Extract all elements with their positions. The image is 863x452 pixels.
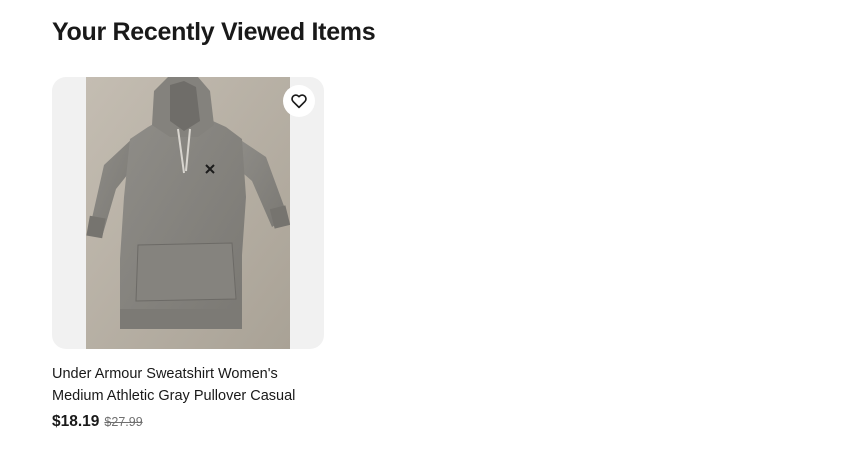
- item-photo[interactable]: [86, 77, 290, 349]
- section-title: Your Recently Viewed Items: [52, 18, 376, 46]
- heart-icon: [291, 94, 307, 109]
- item-price: $18.19: [52, 413, 100, 430]
- item-image-container[interactable]: [52, 77, 324, 349]
- price-row: $18.19 $27.99: [52, 413, 324, 431]
- recently-viewed-page: Your Recently Viewed Items Under Armour …: [0, 0, 863, 452]
- item-original-price: $27.99: [104, 415, 143, 429]
- watch-button[interactable]: [283, 85, 315, 117]
- item-title-link[interactable]: Under Armour Sweatshirt Women's Medium A…: [52, 363, 324, 407]
- item-card[interactable]: Under Armour Sweatshirt Women's Medium A…: [52, 77, 324, 431]
